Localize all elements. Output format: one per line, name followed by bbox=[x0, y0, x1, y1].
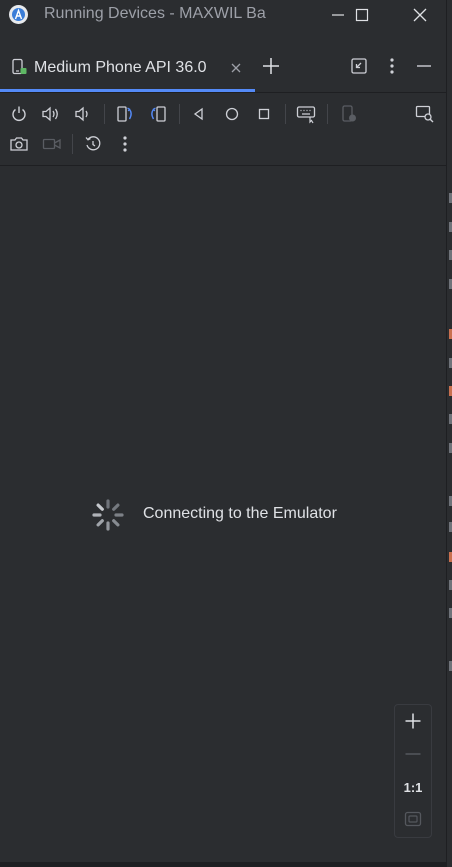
back-icon[interactable] bbox=[188, 103, 210, 125]
restore-layout-icon[interactable] bbox=[349, 56, 369, 76]
snapshot-restore-icon[interactable] bbox=[82, 133, 104, 155]
more-options-icon[interactable] bbox=[383, 56, 401, 76]
keyboard-icon[interactable] bbox=[295, 103, 317, 125]
hide-panel-icon[interactable] bbox=[414, 56, 434, 76]
actual-size-label: 1:1 bbox=[403, 779, 423, 795]
toolbar-separator bbox=[104, 104, 105, 124]
plus-icon bbox=[405, 713, 421, 729]
rotate-right-icon[interactable] bbox=[147, 103, 169, 125]
power-icon[interactable] bbox=[8, 103, 30, 125]
actual-size-button[interactable]: 1:1 bbox=[395, 772, 431, 802]
toolbar-separator bbox=[179, 104, 180, 124]
device-tab-row: Medium Phone API 36.0 bbox=[0, 40, 446, 93]
close-tab-icon[interactable] bbox=[229, 61, 243, 75]
window-bottom-edge bbox=[0, 862, 446, 867]
add-device-tab-icon[interactable] bbox=[261, 56, 281, 76]
camera-icon[interactable] bbox=[8, 133, 30, 155]
toolbar-separator bbox=[285, 104, 286, 124]
home-icon[interactable] bbox=[221, 103, 243, 125]
volume-down-icon[interactable] bbox=[72, 103, 94, 125]
device-settings-icon bbox=[338, 103, 360, 125]
rotate-left-icon[interactable] bbox=[114, 103, 136, 125]
zoom-controls: 1:1 bbox=[394, 704, 432, 838]
running-devices-window: Running Devices - MAXWIL Ba Medium Phone… bbox=[0, 0, 446, 862]
maximize-button[interactable] bbox=[340, 2, 384, 28]
close-window-button[interactable] bbox=[398, 2, 442, 28]
zoom-out-button bbox=[395, 739, 431, 769]
title-bar: Running Devices - MAXWIL Ba bbox=[0, 0, 446, 31]
window-title: Running Devices - MAXWIL Ba bbox=[44, 5, 266, 22]
active-tab-indicator bbox=[0, 89, 255, 92]
more-actions-icon[interactable] bbox=[114, 133, 136, 155]
toolbar-separator bbox=[327, 104, 328, 124]
screen-record-icon bbox=[41, 133, 63, 155]
device-phone-icon bbox=[10, 58, 28, 76]
window-search-icon[interactable] bbox=[414, 103, 436, 125]
background-editor-strip bbox=[446, 0, 452, 867]
zoom-in-button[interactable] bbox=[395, 706, 431, 736]
tab-label: Medium Phone API 36.0 bbox=[34, 59, 207, 76]
zoom-to-fit-button bbox=[395, 804, 431, 834]
android-studio-logo-icon bbox=[9, 5, 28, 24]
loading-spinner-icon bbox=[92, 499, 124, 531]
fit-screen-icon bbox=[404, 811, 422, 827]
toolbar-separator bbox=[72, 134, 73, 154]
volume-up-icon[interactable] bbox=[40, 103, 62, 125]
tab-medium-phone[interactable]: Medium Phone API 36.0 bbox=[0, 40, 255, 92]
overview-icon[interactable] bbox=[253, 103, 275, 125]
connection-status-message: Connecting to the Emulator bbox=[143, 505, 337, 522]
minus-icon bbox=[405, 753, 421, 755]
